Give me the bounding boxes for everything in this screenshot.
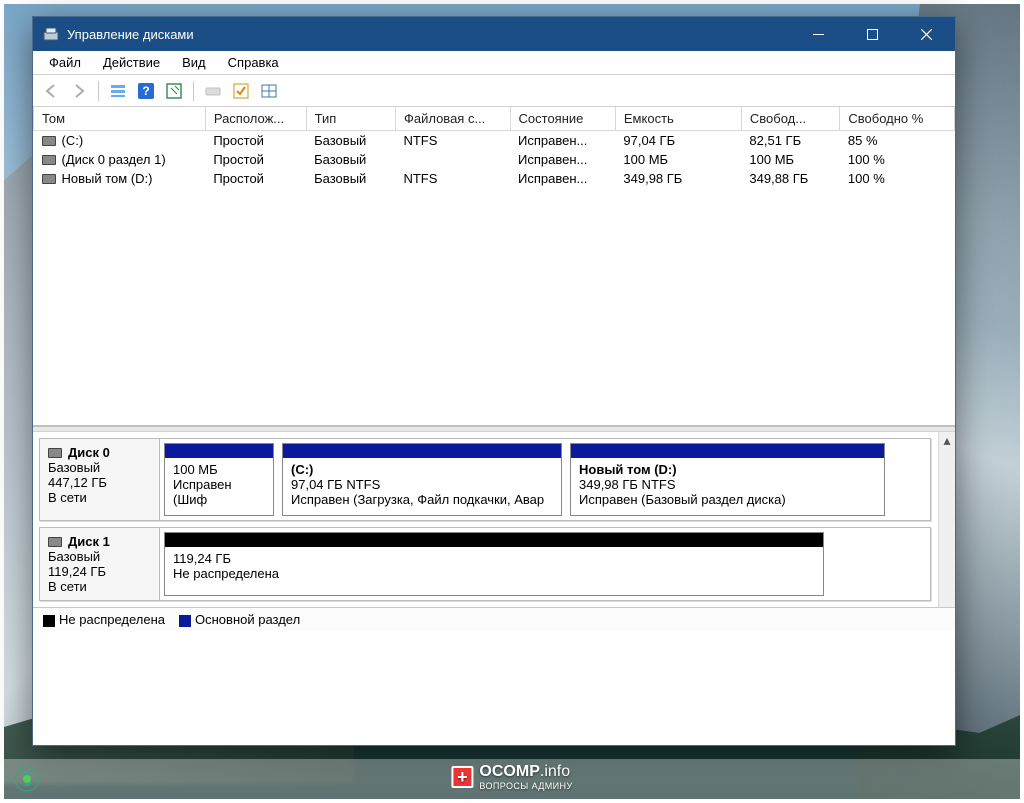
legend-unallocated: Не распределена bbox=[43, 612, 165, 627]
menu-view[interactable]: Вид bbox=[172, 53, 216, 72]
table-row[interactable]: (Диск 0 раздел 1)ПростойБазовыйИсправен.… bbox=[34, 150, 955, 169]
partition-bar bbox=[165, 533, 823, 547]
titlebar[interactable]: Управление дисками bbox=[33, 17, 955, 51]
partition-bar bbox=[571, 444, 884, 458]
toolbar-separator bbox=[193, 81, 194, 101]
forward-button[interactable] bbox=[67, 79, 91, 103]
window-title: Управление дисками bbox=[67, 27, 787, 42]
column-header[interactable]: Файловая с... bbox=[395, 107, 510, 131]
menu-action[interactable]: Действие bbox=[93, 53, 170, 72]
help-icon[interactable]: ? bbox=[134, 79, 158, 103]
back-button[interactable] bbox=[39, 79, 63, 103]
disk-icon bbox=[48, 537, 62, 547]
legend-primary: Основной раздел bbox=[179, 612, 300, 627]
disk-info: Диск 1 Базовый119,24 ГБВ сети bbox=[40, 528, 160, 600]
column-header[interactable]: Тип bbox=[306, 107, 395, 131]
column-header[interactable]: Располож... bbox=[205, 107, 306, 131]
app-icon bbox=[43, 26, 59, 42]
start-button[interactable] bbox=[14, 766, 40, 792]
maximize-button[interactable] bbox=[849, 17, 895, 51]
volume-icon bbox=[42, 155, 56, 165]
column-header[interactable]: Том bbox=[34, 107, 206, 131]
settings-check-icon[interactable] bbox=[229, 79, 253, 103]
column-header[interactable]: Емкость bbox=[615, 107, 741, 131]
partition[interactable]: (C:) 97,04 ГБ NTFSИсправен (Загрузка, Фа… bbox=[282, 443, 562, 516]
partition[interactable]: Новый том (D:) 349,98 ГБ NTFSИсправен (Б… bbox=[570, 443, 885, 516]
view-list-icon[interactable] bbox=[106, 79, 130, 103]
column-header[interactable]: Свобод... bbox=[741, 107, 840, 131]
column-header[interactable]: Свободно % bbox=[840, 107, 955, 131]
partition[interactable]: 100 МБИсправен (Шиф bbox=[164, 443, 274, 516]
column-header[interactable]: Состояние bbox=[510, 107, 615, 131]
table-row[interactable]: Новый том (D:)ПростойБазовыйNTFSИсправен… bbox=[34, 169, 955, 188]
menu-file[interactable]: Файл bbox=[39, 53, 91, 72]
disk-icon bbox=[48, 448, 62, 458]
disk-management-window: Управление дисками Файл Действие Вид Спр… bbox=[32, 16, 956, 746]
scroll-up-icon[interactable]: ▴ bbox=[939, 432, 955, 449]
close-button[interactable] bbox=[903, 17, 949, 51]
disk-graphical-pane[interactable]: ▴ Диск 0 Базовый447,12 ГБВ сети 100 МБИс… bbox=[33, 431, 955, 607]
plus-icon: + bbox=[451, 766, 473, 788]
table-row[interactable]: (C:)ПростойБазовыйNTFSИсправен...97,04 Г… bbox=[34, 131, 955, 151]
partition[interactable]: 119,24 ГБНе распределена bbox=[164, 532, 824, 596]
disk-icon[interactable] bbox=[201, 79, 225, 103]
volume-icon bbox=[42, 136, 56, 146]
toolbar-separator bbox=[98, 81, 99, 101]
legend: Не распределена Основной раздел bbox=[33, 607, 955, 631]
disk-row[interactable]: Диск 0 Базовый447,12 ГБВ сети 100 МБИспр… bbox=[39, 438, 931, 521]
volume-table: ТомРасполож...ТипФайловая с...СостояниеЕ… bbox=[33, 107, 955, 188]
toolbar: ? bbox=[33, 75, 955, 107]
disk-row[interactable]: Диск 1 Базовый119,24 ГБВ сети 119,24 ГБН… bbox=[39, 527, 931, 601]
partition-bar bbox=[283, 444, 561, 458]
volume-list-pane[interactable]: ТомРасполож...ТипФайловая с...СостояниеЕ… bbox=[33, 107, 955, 427]
refresh-icon[interactable] bbox=[162, 79, 186, 103]
layout-icon[interactable] bbox=[257, 79, 281, 103]
disk-info: Диск 0 Базовый447,12 ГБВ сети bbox=[40, 439, 160, 520]
menu-help[interactable]: Справка bbox=[218, 53, 289, 72]
volume-icon bbox=[42, 174, 56, 184]
partition-bar bbox=[165, 444, 273, 458]
watermark: + OCOMP.info ВОПРОСЫ АДМИНУ bbox=[451, 763, 572, 791]
menubar: Файл Действие Вид Справка bbox=[33, 51, 955, 75]
minimize-button[interactable] bbox=[795, 17, 841, 51]
svg-text:?: ? bbox=[142, 84, 149, 98]
scrollbar-vertical[interactable]: ▴ bbox=[938, 432, 955, 607]
